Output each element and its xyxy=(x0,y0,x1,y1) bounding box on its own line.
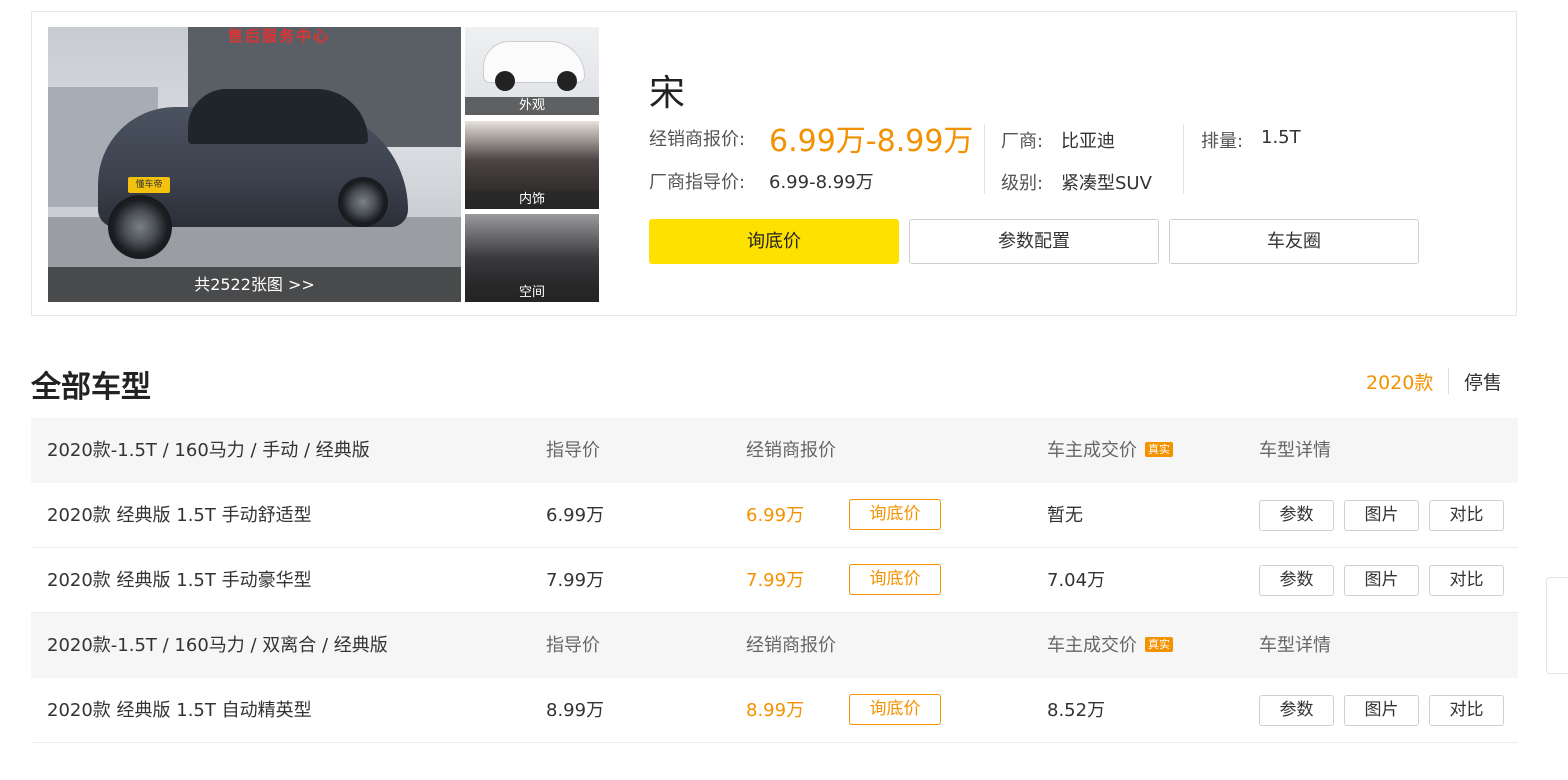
divider xyxy=(1183,124,1184,194)
car-summary-card: 售后服务中心 懂车帝 共2522张图 >> 外观 内饰 空间 宋 经销商报价: … xyxy=(31,11,1517,316)
photos-button[interactable]: 图片 xyxy=(1344,565,1419,596)
compare-button[interactable]: 对比 xyxy=(1429,695,1504,726)
col-dealer-price: 经销商报价 xyxy=(746,635,836,656)
table-group-header: 2020款-1.5T / 160马力 / 手动 / 经典版 指导价 经销商报价 … xyxy=(31,418,1518,483)
dealer-price-label: 经销商报价: xyxy=(649,129,746,150)
thumb-exterior[interactable]: 外观 xyxy=(465,27,599,115)
owner-price: 8.52万 xyxy=(1047,700,1106,721)
tab-divider xyxy=(1448,368,1449,394)
photo-count-link[interactable]: 共2522张图 >> xyxy=(48,267,461,302)
level-label: 级别: xyxy=(1001,173,1044,194)
params-button[interactable]: 参数 xyxy=(1259,565,1334,596)
maker: 比亚迪 xyxy=(1061,131,1115,152)
guide-price: 6.99-8.99万 xyxy=(769,172,874,193)
floating-side-tab[interactable] xyxy=(1546,577,1568,674)
col-owner-price-label: 车主成交价 xyxy=(1047,440,1137,461)
table-row: 2020款 经典版 1.5T 手动舒适型 6.99万 6.99万 询底价 暂无 … xyxy=(31,483,1518,548)
inquiry-price-button[interactable]: 询底价 xyxy=(649,219,899,264)
group-name: 2020款-1.5T / 160马力 / 双离合 / 经典版 xyxy=(47,635,388,656)
section-title: 全部车型 xyxy=(31,370,151,405)
thumb-interior[interactable]: 内饰 xyxy=(465,121,599,209)
guide-price: 7.99万 xyxy=(546,570,605,591)
dealer-price: 6.99万 xyxy=(746,505,805,526)
params-config-button[interactable]: 参数配置 xyxy=(909,219,1159,264)
col-owner-price: 车主成交价 真实 xyxy=(1047,613,1173,678)
inquiry-button[interactable]: 询底价 xyxy=(849,694,941,725)
inquiry-button[interactable]: 询底价 xyxy=(849,564,941,595)
watermark-badge: 懂车帝 xyxy=(128,177,170,193)
displacement-label: 排量: xyxy=(1201,131,1244,152)
params-button[interactable]: 参数 xyxy=(1259,695,1334,726)
table-group-header: 2020款-1.5T / 160马力 / 双离合 / 经典版 指导价 经销商报价… xyxy=(31,613,1518,678)
photos-button[interactable]: 图片 xyxy=(1344,695,1419,726)
main-car-photo[interactable]: 售后服务中心 懂车帝 共2522张图 >> xyxy=(48,27,461,302)
model-name[interactable]: 2020款 经典版 1.5T 手动舒适型 xyxy=(47,483,312,548)
col-owner-price: 车主成交价 真实 xyxy=(1047,418,1173,483)
thumb-space[interactable]: 空间 xyxy=(465,214,599,302)
col-detail: 车型详情 xyxy=(1259,635,1331,656)
dealer-price: 6.99万-8.99万 xyxy=(769,124,974,159)
mini-wheel-rear xyxy=(557,71,577,91)
showroom-sign: 售后服务中心 xyxy=(228,27,331,45)
displacement: 1.5T xyxy=(1261,127,1301,148)
real-badge: 真实 xyxy=(1145,636,1173,652)
owner-price: 7.04万 xyxy=(1047,570,1106,591)
model-name[interactable]: 2020款 经典版 1.5T 自动精英型 xyxy=(47,678,312,743)
thumb-label: 内饰 xyxy=(465,191,599,209)
guide-price-label: 厂商指导价: xyxy=(649,172,746,193)
divider xyxy=(984,124,985,194)
group-name: 2020款-1.5T / 160马力 / 手动 / 经典版 xyxy=(47,440,370,461)
guide-price: 8.99万 xyxy=(546,700,605,721)
thumb-label: 外观 xyxy=(465,97,599,115)
car-community-button[interactable]: 车友圈 xyxy=(1169,219,1419,264)
params-button[interactable]: 参数 xyxy=(1259,500,1334,531)
real-badge: 真实 xyxy=(1145,441,1173,457)
col-dealer-price: 经销商报价 xyxy=(746,440,836,461)
owner-price: 暂无 xyxy=(1047,505,1083,526)
mini-wheel-front xyxy=(495,71,515,91)
car-name: 宋 xyxy=(649,73,686,114)
car-window xyxy=(188,89,368,144)
compare-button[interactable]: 对比 xyxy=(1429,565,1504,596)
table-row: 2020款 经典版 1.5T 手动豪华型 7.99万 7.99万 询底价 7.0… xyxy=(31,548,1518,613)
front-wheel xyxy=(108,195,172,259)
model-name[interactable]: 2020款 经典版 1.5T 手动豪华型 xyxy=(47,548,312,613)
col-owner-price-label: 车主成交价 xyxy=(1047,635,1137,656)
dealer-price: 8.99万 xyxy=(746,700,805,721)
col-guide-price: 指导价 xyxy=(546,440,600,461)
thumb-label: 空间 xyxy=(465,284,599,302)
rear-wheel xyxy=(338,177,388,227)
maker-label: 厂商: xyxy=(1001,131,1044,152)
dealer-price: 7.99万 xyxy=(746,570,805,591)
compare-button[interactable]: 对比 xyxy=(1429,500,1504,531)
photos-button[interactable]: 图片 xyxy=(1344,500,1419,531)
guide-price: 6.99万 xyxy=(546,505,605,526)
col-guide-price: 指导价 xyxy=(546,635,600,656)
table-row: 2020款 经典版 1.5T 自动精英型 8.99万 8.99万 询底价 8.5… xyxy=(31,678,1518,743)
level: 紧凑型SUV xyxy=(1061,173,1152,194)
inquiry-button[interactable]: 询底价 xyxy=(849,499,941,530)
tab-2020-model[interactable]: 2020款 xyxy=(1366,368,1433,395)
col-detail: 车型详情 xyxy=(1259,440,1331,461)
tab-discontinued[interactable]: 停售 xyxy=(1464,368,1502,395)
